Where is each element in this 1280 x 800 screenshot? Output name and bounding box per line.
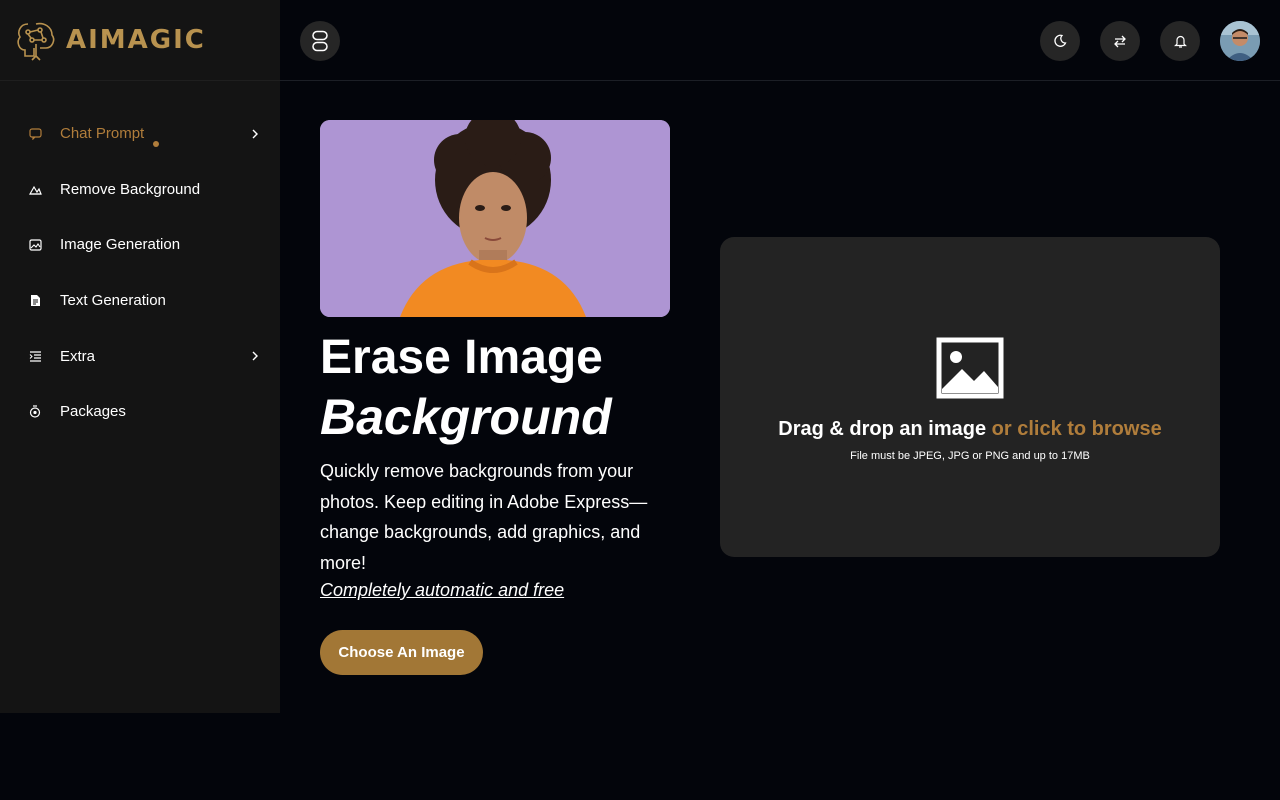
brain-circuit-icon [17,22,55,61]
sidebar-item-remove-background[interactable]: Remove Background [0,162,280,218]
chevron-right-icon [250,351,260,361]
choose-image-button[interactable]: Choose An Image [320,630,483,675]
sidebar-item-chat-prompt[interactable]: Chat Prompt [0,106,280,162]
sidebar-item-packages[interactable]: Packages [0,384,280,440]
moon-icon [1054,34,1067,47]
sidebar-item-extra[interactable]: Extra [0,328,280,384]
top-bar [280,0,1280,81]
sidebar-item-image-generation[interactable]: Image Generation [0,217,280,273]
mountain-icon [28,182,42,196]
sidebar-item-label: Packages [60,403,126,421]
upload-dropzone[interactable]: Drag & drop an image or click to browse … [720,237,1220,557]
browse-link[interactable]: or click to browse [992,418,1162,440]
chat-icon [28,127,42,141]
sidebar-item-label: Remove Background [60,180,201,198]
stopwatch-icon [28,405,42,419]
user-avatar[interactable] [1220,21,1260,61]
hero-image [320,120,670,317]
dropzone-file-requirements: File must be JPEG, JPG or PNG and up to … [850,450,1090,462]
dropzone-title: Drag & drop an image or click to browse [720,418,1220,441]
image-placeholder-icon [936,337,1004,399]
swap-button[interactable] [1100,21,1140,61]
brand-name: AIMAGIC [66,25,206,55]
hero-tagline-link[interactable]: Completely automatic and free [320,580,564,601]
chevron-right-icon [250,129,260,139]
sidebar-item-label: Chat Prompt [60,125,145,143]
sidebar-nav: Chat Prompt Remove Background Image Gene… [0,81,280,440]
document-icon [28,294,42,308]
notifications-button[interactable] [1160,21,1200,61]
sidebar-item-text-generation[interactable]: Text Generation [0,273,280,329]
theme-toggle-button[interactable] [1040,21,1080,61]
image-icon [28,238,42,252]
active-indicator-dot [153,141,159,147]
sidebar-toggle-button[interactable] [300,21,340,61]
sidebar-toggle-icon [312,30,328,52]
indent-list-icon [28,349,42,363]
sidebar-item-label: Text Generation [60,292,166,310]
swap-icon [1114,35,1126,47]
hero-title-line1: Erase Image [320,331,603,384]
sidebar-item-label: Image Generation [60,236,181,254]
dropzone-title-text: Drag & drop an image [778,418,987,440]
sidebar-item-label: Extra [60,347,96,365]
bell-icon [1173,35,1187,48]
sidebar: AIMAGIC Chat Prompt Remove Background Im… [0,0,280,713]
hero-title-line2: Background [320,389,612,445]
hero-description: Quickly remove backgrounds from your pho… [320,461,648,574]
brand-logo[interactable]: AIMAGIC [0,0,280,81]
